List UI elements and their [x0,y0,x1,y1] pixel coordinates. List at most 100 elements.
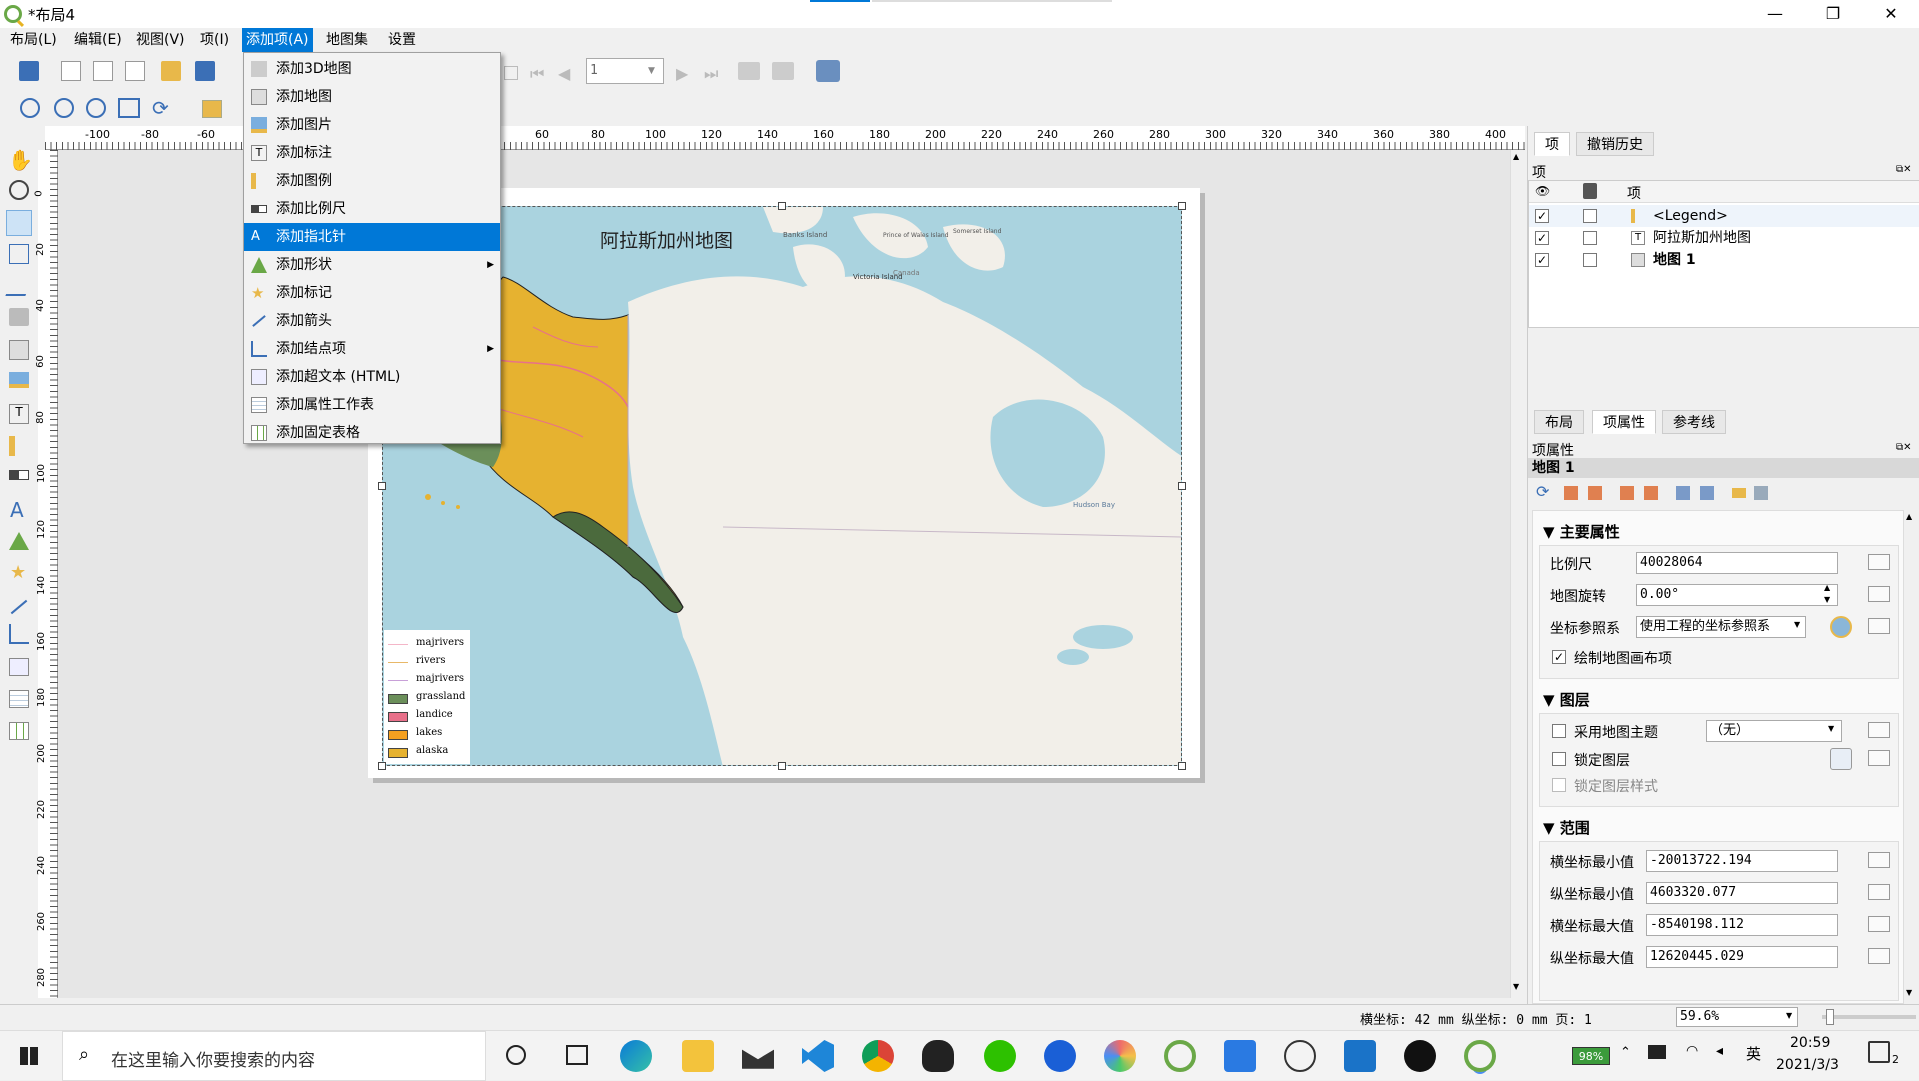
clock-time[interactable]: 20:59 [1790,1035,1830,1051]
data-defined-override-icon[interactable] [1868,554,1890,570]
save-template-button[interactable] [192,58,218,84]
pan-icon[interactable]: ✋ [8,148,33,172]
tree-row-title-label[interactable]: ✓ T 阿拉斯加州地图 [1529,227,1919,249]
clipping-settings-icon[interactable] [1700,486,1714,500]
qq-icon[interactable] [922,1040,954,1072]
map-title[interactable]: 阿拉斯加州地图 [600,226,733,253]
zoom-in-icon[interactable] [20,98,40,118]
refresh-icon[interactable]: ⟳ [1536,482,1549,501]
crs-select[interactable]: 使用工程的坐标参照系 [1636,616,1806,638]
tray-chevron-icon[interactable]: ⌃ [1620,1045,1631,1060]
add-fixed-table-icon[interactable] [9,722,29,740]
panel-float-close-icon[interactable]: ⧉✕ [1896,164,1912,175]
extent-from-canvas-icon[interactable] [1564,486,1578,500]
print-icon[interactable] [738,62,760,80]
wifi-icon[interactable]: ◠ [1686,1043,1698,1059]
lock-checkbox[interactable] [1583,253,1597,267]
tab-item-properties[interactable]: 项属性 [1592,410,1656,434]
menu-add-arrow[interactable]: 添加箭头 [244,307,500,335]
tree-row-legend[interactable]: ✓ <Legend> [1529,205,1919,227]
lock-layers-checkbox[interactable] [1552,752,1566,766]
resize-handle[interactable] [1178,762,1186,770]
panel-float-close-icon[interactable]: ⧉✕ [1896,442,1912,453]
qgis-taskbar-icon[interactable] [1164,1040,1196,1072]
zoom-actual-icon[interactable] [86,98,106,118]
refresh-icon[interactable]: ⟳ [152,96,169,120]
visibility-checkbox[interactable]: ✓ [1535,209,1549,223]
taskbar-search-box[interactable]: ⌕ 在这里输入你要搜索的内容 [62,1031,486,1081]
menu-add-fixed-table[interactable]: 添加固定表格 [244,419,500,447]
menu-item[interactable]: 项(I) [196,28,233,52]
xmin-input[interactable]: -20013722.194 [1646,850,1838,872]
layout-manager-button[interactable] [122,58,148,84]
menu-add-scalebar[interactable]: 添加比例尺 [244,195,500,223]
visibility-checkbox[interactable]: ✓ [1535,231,1549,245]
windows-start-icon[interactable] [20,1047,38,1065]
scroll-up-icon[interactable]: ▲ [1906,512,1912,521]
add-arrow-icon[interactable] [10,599,28,615]
menu-add-item[interactable]: 添加项(A) [242,28,313,52]
add-3d-map-icon[interactable] [9,308,29,326]
zoom-out-icon[interactable] [54,98,74,118]
resize-handle[interactable] [1178,482,1186,490]
legend-item[interactable]: majrivers rivers majrivers grassland lan… [384,630,470,764]
ymax-input[interactable]: 12620445.029 [1646,946,1838,968]
maximize-button[interactable]: ❐ [1810,0,1856,28]
dropdown-arrow-icon[interactable]: ▼ [1786,1011,1792,1020]
move-content-icon[interactable] [9,244,29,264]
print-preview-icon[interactable] [504,66,518,80]
menu-edit[interactable]: 编辑(E) [70,28,126,52]
menu-add-picture[interactable]: 添加图片 [244,111,500,139]
add-node-item-icon[interactable] [9,624,29,644]
menu-atlas[interactable]: 地图集 [322,28,372,52]
resize-handle[interactable] [378,482,386,490]
resize-handle[interactable] [378,762,386,770]
data-defined-override-icon[interactable] [1868,948,1890,964]
map-item[interactable]: Banks Island Prince of Wales Island Some… [382,206,1182,766]
wechat-icon[interactable] [984,1040,1016,1072]
menu-add-legend[interactable]: 添加图例 [244,167,500,195]
view-scale-icon[interactable] [1620,486,1634,500]
volume-icon[interactable]: ◂ [1716,1043,1723,1059]
follow-theme-checkbox[interactable] [1552,724,1566,738]
duplicate-layout-button[interactable] [90,58,116,84]
zoom-slider[interactable] [1822,1015,1916,1019]
add-marker-icon[interactable]: ★ [10,562,26,583]
atlas-preview-icon[interactable] [816,60,840,82]
lock-checkbox[interactable] [1583,209,1597,223]
add-legend-icon[interactable] [9,436,29,456]
edit-nodes-icon[interactable] [5,276,33,296]
tab-guides[interactable]: 参考线 [1662,410,1726,434]
lock-styles-checkbox[interactable] [1552,778,1566,792]
add-html-icon[interactable] [9,658,29,676]
minimize-button[interactable]: — [1752,0,1798,28]
file-explorer-icon[interactable] [682,1040,714,1072]
save-layout-button[interactable] [16,58,42,84]
battery-indicator[interactable]: 98% [1572,1047,1610,1065]
menu-add-shape[interactable]: 添加形状 ▶ [244,251,500,279]
menu-settings[interactable]: 设置 [384,28,420,52]
resize-handle[interactable] [778,762,786,770]
add-north-arrow-icon[interactable]: A [10,498,24,522]
menu-add-marker[interactable]: ★ 添加标记 [244,279,500,307]
xmax-input[interactable]: -8540198.112 [1646,914,1838,936]
set-scale-icon[interactable] [1644,486,1658,500]
menu-view[interactable]: 视图(V) [132,28,189,52]
crs-globe-icon[interactable] [1830,616,1852,638]
zoom-select[interactable]: 59.6% [1676,1007,1798,1027]
menu-add-map[interactable]: 添加地图 [244,83,500,111]
next-page-icon[interactable]: ▶ [676,64,688,83]
cortana-icon[interactable] [506,1045,526,1065]
ymin-input[interactable]: 4603320.077 [1646,882,1838,904]
chrome-icon[interactable] [862,1040,894,1072]
data-defined-override-icon[interactable] [1868,618,1890,634]
menu-add-north-arrow[interactable]: A 添加指北针 [244,223,500,251]
menu-add-node-item[interactable]: 添加结点项 ▶ [244,335,500,363]
section-layers[interactable]: ▼ 图层 [1543,689,1590,710]
scroll-up-icon[interactable]: ▲ [1513,152,1519,161]
lock-items-icon[interactable] [202,100,222,118]
qgis-active-icon[interactable] [1464,1040,1496,1072]
data-defined-override-icon[interactable] [1868,916,1890,932]
ime-indicator[interactable]: 英 [1746,1043,1761,1064]
zoom-full-icon[interactable] [118,98,140,118]
